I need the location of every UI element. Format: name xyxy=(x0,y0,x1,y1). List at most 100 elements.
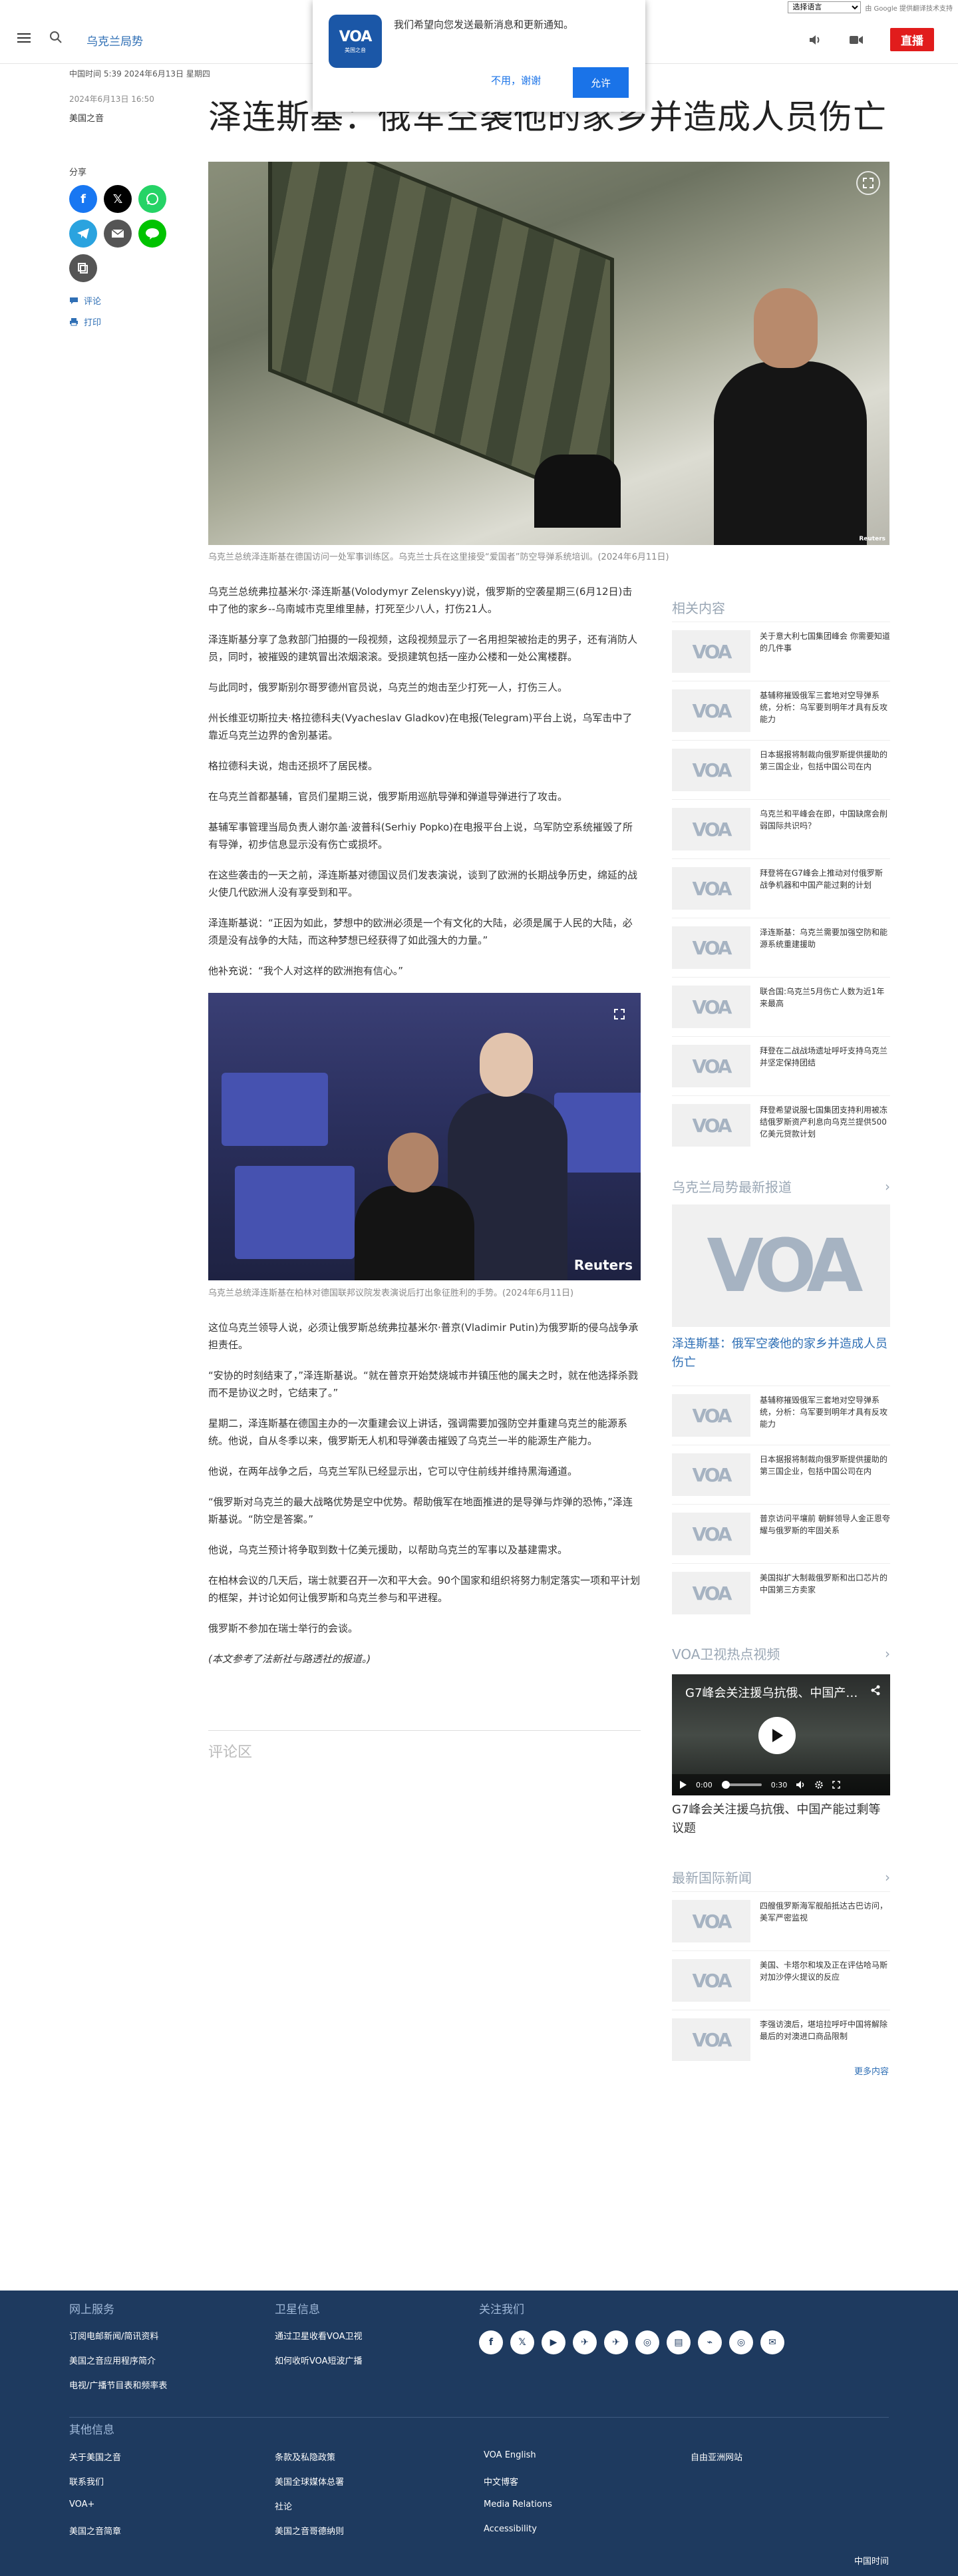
side-list-item[interactable]: VOA 基辅称摧毁俄军三套地对空导弹系统，分析：乌军要到明年才具有反攻能力 xyxy=(672,681,890,740)
footer-link[interactable]: 联系我们 xyxy=(69,2475,104,2487)
latest-heading[interactable]: 乌克兰局势最新报道 › xyxy=(672,1177,890,1196)
side-list-item[interactable]: VOA 关于意大利七国集团峰会 你需要知道的几件事 xyxy=(672,622,890,681)
language-select[interactable]: 选择语言 xyxy=(788,1,862,13)
footer-link[interactable]: VOA+ xyxy=(69,2499,94,2509)
side-list-item[interactable]: VOA 普京访问平壤前 朝鲜领导人金正恩夸耀与俄罗斯的牢固关系 xyxy=(672,1504,890,1563)
print-link[interactable]: 打印 xyxy=(69,315,101,328)
side-list-item[interactable]: VOA 联合国:乌克兰5月伤亡人数为近1年来最高 xyxy=(672,977,890,1036)
feature-title-link[interactable]: 泽连斯基：俄军空袭他的家乡并造成人员伤亡 xyxy=(672,1335,890,1372)
video-heading[interactable]: VOA卫视热点视频 › xyxy=(672,1644,890,1663)
video-camera-icon[interactable] xyxy=(849,33,864,47)
side-item-title: 泽连斯基：乌克兰需要加强空防和能源系统重建援助 xyxy=(760,928,888,949)
footer-link[interactable]: 美国全球媒体总署 xyxy=(275,2475,344,2487)
footer-link[interactable]: 条款及私隐政策 xyxy=(275,2450,335,2463)
instagram-icon[interactable]: ◎ xyxy=(635,2330,659,2354)
side-list-item[interactable]: VOA 拜登在二战战场遗址呼吁支持乌克兰并坚定保持团结 xyxy=(672,1036,890,1095)
whatsapp-share-icon[interactable] xyxy=(138,185,166,213)
section-link[interactable]: 乌克兰局势 xyxy=(86,32,143,49)
live-button[interactable]: 直播 xyxy=(890,28,934,51)
share-icon[interactable] xyxy=(870,1685,881,1696)
telegram-channel-icon[interactable]: ✈ xyxy=(604,2330,628,2354)
footer-link[interactable]: 美国之音应用程序简介 xyxy=(69,2354,156,2366)
volume-icon[interactable] xyxy=(796,1781,806,1789)
side-item-title: 普京访问平壤前 朝鲜领导人金正恩夸耀与俄罗斯的牢固关系 xyxy=(760,1514,890,1535)
side-thumbnail: VOA xyxy=(672,1959,750,2002)
more-link[interactable]: 更多内容 xyxy=(854,2064,889,2077)
intl-heading[interactable]: 最新国际新闻 › xyxy=(672,1867,890,1887)
inline-expand-icon[interactable] xyxy=(607,1002,631,1026)
footer-link[interactable]: 关于美国之音 xyxy=(69,2450,121,2463)
email-icon[interactable]: ✉ xyxy=(760,2330,784,2354)
side-list-item[interactable]: VOA 美国、卡塔尔和埃及正在评估哈马斯对加沙停火提议的反应 xyxy=(672,1950,890,2010)
hero-image: Reuters xyxy=(208,162,889,545)
footer-link[interactable]: 电视/广播节目表和频率表 xyxy=(69,2378,167,2391)
feature-thumbnail[interactable]: VOA xyxy=(672,1204,890,1327)
allow-button[interactable]: 允许 xyxy=(573,67,629,98)
video-progress-bar[interactable] xyxy=(721,1781,762,1789)
footer-link[interactable]: 美国之音简章 xyxy=(69,2524,121,2537)
footer-link[interactable]: 订阅电邮新闻/简讯资料 xyxy=(69,2329,158,2342)
side-list-item[interactable]: VOA 李强访澳后，堪培拉呼吁中国将解除最后的对澳进口商品限制 xyxy=(672,2010,890,2069)
latest-list: VOA 基辅称摧毁俄军三套地对空导弹系统，分析：乌军要到明年才具有反攻能力 VOA 日… xyxy=(672,1385,890,1622)
youtube-icon[interactable]: ▶ xyxy=(542,2330,565,2354)
search-icon[interactable] xyxy=(49,31,63,44)
side-list-item[interactable]: VOA 基辅称摧毁俄军三套地对空导弹系统，分析：乌军要到明年才具有反攻能力 xyxy=(672,1385,890,1445)
side-thumbnail: VOA xyxy=(672,2018,750,2061)
footer-link[interactable]: 社论 xyxy=(275,2499,292,2512)
comments-link[interactable]: 评论 xyxy=(69,294,101,307)
side-item-title: 日本据报将制裁向俄罗斯提供援助的第三国企业，包括中国公司在内 xyxy=(760,1455,888,1476)
side-list-item[interactable]: VOA 拜登希望说服七国集团支持利用被冻结俄罗斯资产利息向乌克兰提供500亿美元贷… xyxy=(672,1095,890,1155)
footer-link[interactable]: 如何收听VOA短波广播 xyxy=(275,2354,363,2366)
video-caption-link[interactable]: G7峰会关注援乌抗俄、中国产能过剩等议题 xyxy=(672,1801,890,1838)
control-play-icon[interactable] xyxy=(680,1781,687,1789)
intl-list: VOA 四艘俄罗斯海军舰船抵达古巴访问，美军严密监视 VOA 美国、卡塔尔和埃及正在评… xyxy=(672,1891,890,2069)
video-player[interactable]: G7峰会关注援乌抗俄、中国产能过剩等... 0:00 0:30 xyxy=(672,1674,890,1795)
voa-logo-mark: VOA xyxy=(692,699,732,722)
play-button[interactable] xyxy=(758,1717,796,1754)
side-list-item[interactable]: VOA 拜登将在G7峰会上推动对付俄罗斯战争机器和中国产能过剩的计划 xyxy=(672,858,890,918)
podcast-icon[interactable]: ▤ xyxy=(667,2330,691,2354)
telegram-icon[interactable]: ✈ xyxy=(573,2330,597,2354)
comment-icon xyxy=(70,297,78,304)
footer-link[interactable]: Accessibility xyxy=(484,2524,537,2534)
author-link[interactable]: 美国之音 xyxy=(69,111,104,124)
side-list-item[interactable]: VOA 泽连斯基：乌克兰需要加强空防和能源系统重建援助 xyxy=(672,918,890,977)
copy-link-icon[interactable] xyxy=(69,254,97,282)
article-paragraph: 基辅军事管理当局负责人谢尔盖·波普科(Serhiy Popko)在电报平台上说，… xyxy=(208,821,633,850)
expand-icon[interactable] xyxy=(856,171,880,195)
menu-icon[interactable] xyxy=(17,33,31,43)
footer-link[interactable]: Media Relations xyxy=(484,2499,552,2509)
footer-link[interactable]: 美国之音哥德纳则 xyxy=(275,2524,344,2537)
facebook-share-icon[interactable]: f xyxy=(69,185,97,213)
app-icon[interactable]: ◎ xyxy=(729,2330,753,2354)
footer-link[interactable]: 通过卫星收看VOA卫视 xyxy=(275,2329,363,2342)
side-thumbnail: VOA xyxy=(672,689,750,732)
voa-logo-mark: VOA xyxy=(692,1114,732,1137)
settings-gear-icon[interactable] xyxy=(815,1781,824,1789)
decline-button[interactable]: 不用，谢谢 xyxy=(491,73,541,87)
line-share-icon[interactable] xyxy=(138,220,166,248)
x-share-icon[interactable]: 𝕏 xyxy=(104,185,132,213)
video-title: G7峰会关注援乌抗俄、中国产能过剩等... xyxy=(685,1686,858,1700)
side-list-item[interactable]: VOA 日本据报将制裁向俄罗斯提供援助的第三国企业，包括中国公司在内 xyxy=(672,1445,890,1504)
side-list-item[interactable]: VOA 四艘俄罗斯海军舰船抵达古巴访问，美军严密监视 xyxy=(672,1891,890,1950)
side-list-item[interactable]: VOA 日本据报将制裁向俄罗斯提供援助的第三国企业，包括中国公司在内 xyxy=(672,740,890,799)
side-list-item[interactable]: VOA 乌克兰和平峰会在即，中国缺席会削弱国际共识吗？ xyxy=(672,799,890,858)
footer-link[interactable]: VOA English xyxy=(484,2450,536,2460)
audio-icon[interactable] xyxy=(808,33,822,47)
voa-logo-mark: VOA xyxy=(692,1582,732,1604)
chevron-right-icon: › xyxy=(885,1178,890,1195)
print-link-label: 打印 xyxy=(84,318,102,328)
voa-logo-mark: VOA xyxy=(692,1969,732,1992)
side-item-title: 美国、卡塔尔和埃及正在评估哈马斯对加沙停火提议的反应 xyxy=(760,1960,888,1982)
side-list-item[interactable]: VOA 美国拟扩大制裁俄罗斯和出口芯片的中国第三方卖家 xyxy=(672,1563,890,1622)
email-share-icon[interactable] xyxy=(104,220,132,248)
telegram-share-icon[interactable] xyxy=(69,220,97,248)
facebook-icon[interactable]: f xyxy=(479,2330,503,2354)
footer-link[interactable]: 自由亚洲网站 xyxy=(691,2450,742,2463)
fullscreen-icon[interactable] xyxy=(832,1781,841,1789)
rss-icon[interactable]: ⌁ xyxy=(698,2330,722,2354)
article-paragraph: 与此同时，俄罗斯别尔哥罗德州官员说，乌克兰的炮击至少打死一人，打伤三人。 xyxy=(208,681,568,693)
footer-link[interactable]: 中文博客 xyxy=(484,2475,518,2487)
x-icon[interactable]: 𝕏 xyxy=(510,2330,534,2354)
